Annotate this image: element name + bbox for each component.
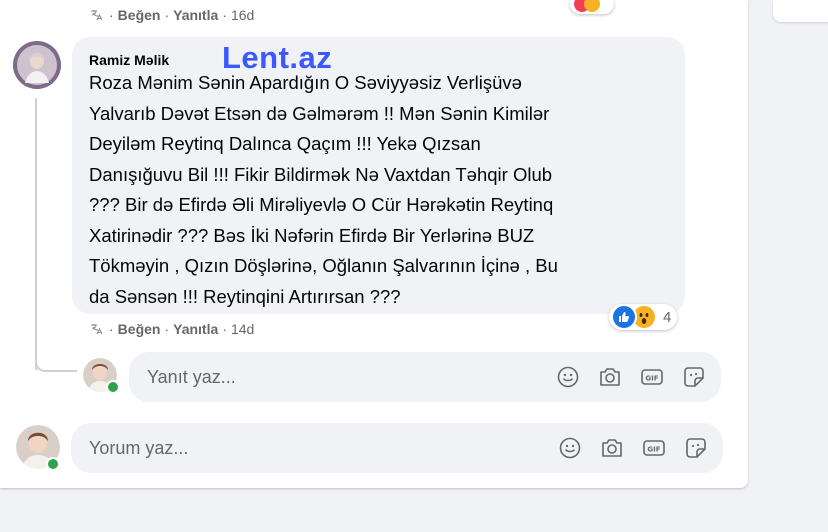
sticker-icon[interactable]	[683, 435, 709, 461]
reactions-chip[interactable]: 4	[609, 304, 678, 330]
comment-line: da Sənsən !!! Reytinqini Artırırsan ???	[89, 285, 401, 307]
reaction-count: 4	[663, 308, 672, 326]
side-panel-edge	[773, 0, 828, 22]
commenter-avatar[interactable]	[13, 41, 61, 89]
separator: ·	[109, 7, 114, 23]
reply-link[interactable]: Yanıtla	[173, 321, 218, 337]
comment-line: Xatirinədir ??? Bəs İki Nəfərin Efirdə B…	[89, 224, 535, 246]
comment-text: Roza Mənim Sənin Apardığın O Səviyyəsiz …	[89, 68, 679, 312]
reply-input-box: GIF	[129, 352, 721, 402]
comment-input-box: GIF	[71, 423, 723, 473]
like-link[interactable]: Beğen	[118, 321, 161, 337]
svg-text:GIF: GIF	[645, 375, 658, 383]
previous-reaction-icon	[574, 0, 600, 12]
translate-icon[interactable]	[89, 8, 103, 22]
reply-input-tools: GIF	[539, 364, 707, 390]
comment-input-tools: GIF	[541, 435, 709, 461]
comment-line: Danışığuvu Bil !!! Fikir Bildirmək Nə Va…	[89, 163, 553, 185]
camera-icon[interactable]	[599, 435, 625, 461]
reply-link[interactable]: Yanıtla	[173, 7, 218, 23]
comment-actions: · Beğen · Yanıtla · 14d	[89, 321, 254, 337]
comment-line: Deyiləm Reytinq Dalınca Qaçım !!! Yekə Q…	[89, 133, 481, 154]
separator: ·	[164, 321, 170, 337]
reply-input[interactable]	[129, 365, 539, 389]
comment-line: Tökməyin , Qızın Döşlərinə, Oğlanın Şalv…	[89, 255, 558, 276]
comments-panel: · Beğen · Yanıtla · 16d Ramiz Məlik Lent…	[0, 0, 748, 488]
emoji-icon[interactable]	[557, 435, 583, 461]
comment-input[interactable]	[71, 436, 541, 460]
comment-line: ??? Bir də Efirdə Əli Mirəliyevlə O Cür …	[89, 194, 554, 215]
like-icon	[611, 304, 637, 330]
previous-reactions-chip[interactable]	[570, 0, 614, 14]
timestamp[interactable]: 16d	[231, 7, 254, 23]
thread-connector	[35, 348, 77, 372]
online-status-indicator	[106, 380, 120, 394]
sticker-icon[interactable]	[681, 364, 707, 390]
separator: ·	[164, 7, 170, 23]
online-status-indicator	[46, 457, 60, 471]
separator: ·	[109, 321, 114, 337]
gif-icon[interactable]: GIF	[639, 364, 665, 390]
separator: ·	[222, 321, 227, 337]
comment-line: Roza Mənim Sənin Apardığın O Səviyyəsiz …	[89, 72, 522, 93]
separator: ·	[222, 7, 227, 23]
emoji-icon[interactable]	[555, 364, 581, 390]
gif-icon[interactable]: GIF	[641, 435, 667, 461]
timestamp[interactable]: 14d	[231, 321, 254, 337]
thread-line	[35, 98, 37, 370]
like-link[interactable]: Beğen	[118, 7, 161, 23]
previous-comment-actions: · Beğen · Yanıtla · 16d	[89, 7, 254, 23]
svg-text:GIF: GIF	[647, 446, 660, 454]
comment-author[interactable]: Ramiz Məlik	[89, 52, 169, 68]
translate-icon[interactable]	[89, 322, 103, 336]
comment-line: Yalvarıb Dəvət Etsən də Gəlmərəm !! Mən …	[89, 102, 550, 124]
camera-icon[interactable]	[597, 364, 623, 390]
